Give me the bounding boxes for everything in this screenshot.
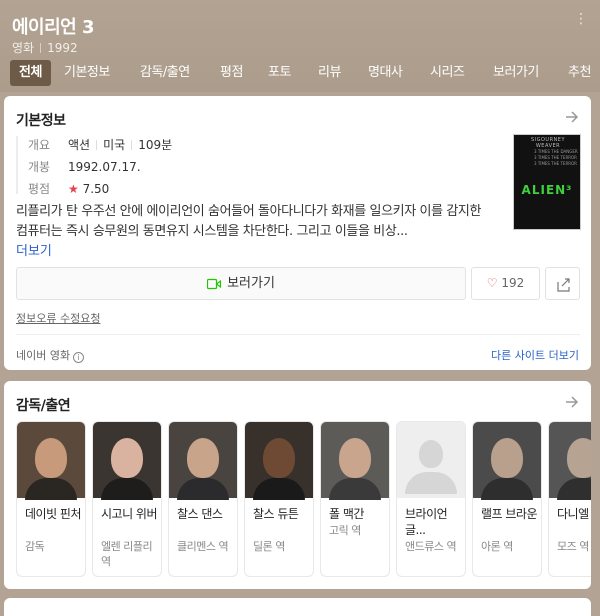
more-link[interactable]: 더보기 <box>16 240 52 259</box>
star-icon: ★ <box>68 182 79 196</box>
person-photo-placeholder <box>397 422 465 498</box>
tab-quotes[interactable]: 명대사 <box>368 60 403 86</box>
country-value: 미국 <box>103 138 126 152</box>
movie-meta: 영화 1992 <box>12 39 78 56</box>
person-photo <box>93 422 161 500</box>
cast-list: 데이빗 핀처 감독 시고니 위버 엘렌 리플리 역 찰스 댄스 클리멘스 역 찰… <box>16 421 591 581</box>
cast-item[interactable]: 랠프 브라운 아론 역 <box>472 421 542 577</box>
share-button[interactable] <box>545 267 580 300</box>
overview-row: 개요 액션 미국 109분 <box>28 136 172 153</box>
card-divider <box>16 334 580 335</box>
cast-card: 감독/출연 데이빗 핀처 감독 시고니 위버 엘렌 리플리 역 찰스 댄스 클리… <box>4 381 591 589</box>
value-divider <box>131 140 133 150</box>
more-options-icon[interactable]: ⋮ <box>574 12 588 26</box>
rating-row: 평점 ★ 7.50 <box>28 180 109 197</box>
movie-header: 에이리언 3 영화 1992 ⋮ 전체 기본정보 감독/출연 평점 포토 리뷰 명… <box>0 0 600 92</box>
person-name: 다니엘 웹 <box>557 507 591 521</box>
person-role: 앤드류스 역 <box>405 540 457 553</box>
heart-icon: ♡ <box>486 276 498 290</box>
release-label: 개봉 <box>28 160 51 174</box>
person-role: 고릭 역 <box>329 524 361 537</box>
tab-review[interactable]: 리뷰 <box>318 60 341 86</box>
cast-item[interactable]: 브라이언 글... 앤드류스 역 <box>396 421 466 577</box>
cast-item[interactable]: 찰스 댄스 클리멘스 역 <box>168 421 238 577</box>
person-photo <box>169 422 237 500</box>
person-role: 클리멘스 역 <box>177 540 229 553</box>
release-row: 개봉 1992.07.17. <box>28 158 141 175</box>
info-divider-bar <box>16 136 18 194</box>
tab-cast[interactable]: 감독/출연 <box>140 60 190 86</box>
person-role: 딜론 역 <box>253 540 285 553</box>
other-sites-link[interactable]: 다른 사이트 더보기 <box>491 347 579 363</box>
poster-logo: ALIEN³ <box>521 183 573 197</box>
source-label: 네이버 영화 i <box>16 347 85 363</box>
tab-all[interactable]: 전체 <box>10 60 51 86</box>
rating-label: 평점 <box>28 182 51 196</box>
info-icon[interactable]: i <box>73 352 85 363</box>
person-role: 아론 역 <box>481 540 513 553</box>
cast-item[interactable]: 시고니 위버 엘렌 리플리 역 <box>92 421 162 577</box>
cast-item[interactable]: 폴 맥간 고릭 역 <box>320 421 390 577</box>
poster-lines: 3 TIMES THE DANGER 3 TIMES THE TERROR 3 … <box>534 149 578 167</box>
tab-watch[interactable]: 보러가기 <box>493 60 539 86</box>
section-title-basic-info: 기본정보 <box>16 113 66 129</box>
person-role: 감독 <box>25 540 45 553</box>
poster-tagline: SIGOURNEY WEAVER <box>530 137 566 149</box>
tab-basic-info[interactable]: 기본정보 <box>64 60 110 86</box>
like-count: 192 <box>501 276 525 290</box>
movie-category: 영화 <box>12 41 35 55</box>
arrow-right-icon[interactable] <box>563 393 581 411</box>
next-card <box>4 598 591 616</box>
person-name: 폴 맥간 <box>329 507 364 521</box>
report-error-link[interactable]: 정보오류 수정요청 <box>16 310 100 326</box>
source-name: 네이버 영화 <box>16 349 71 362</box>
person-photo <box>245 422 313 500</box>
watch-label: 보러가기 <box>227 276 275 291</box>
movie-poster[interactable]: SIGOURNEY WEAVER 3 TIMES THE DANGER 3 TI… <box>513 134 581 230</box>
person-role: 엘렌 리플리 역 <box>101 540 153 568</box>
watch-button[interactable]: 보러가기 <box>16 267 466 300</box>
person-photo <box>321 422 389 500</box>
tab-rating[interactable]: 평점 <box>220 60 243 86</box>
synopsis-text: 리플리가 탄 우주선 안에 에이리언이 숨어들어 돌아다니다가 화재를 일으키자… <box>16 204 482 239</box>
tab-photo[interactable]: 포토 <box>268 60 291 86</box>
section-title-cast: 감독/출연 <box>16 398 71 414</box>
person-role: 모즈 역 <box>557 540 589 553</box>
rating-value: 7.50 <box>82 182 110 196</box>
person-name: 찰스 듀튼 <box>253 507 299 521</box>
movie-year: 1992 <box>47 41 78 55</box>
person-name: 시고니 위버 <box>101 507 158 521</box>
tab-bar: 전체 기본정보 감독/출연 평점 포토 리뷰 명대사 시리즈 보러가기 추천 <box>0 60 600 88</box>
share-icon <box>557 278 570 292</box>
tab-series[interactable]: 시리즈 <box>430 60 465 86</box>
overview-label: 개요 <box>28 138 51 152</box>
tab-recommend[interactable]: 추천 <box>568 60 591 86</box>
cast-item[interactable]: 다니엘 웹 모즈 역 <box>548 421 591 577</box>
runtime-value: 109분 <box>138 138 173 152</box>
value-divider <box>96 140 98 150</box>
person-photo <box>549 422 591 500</box>
basic-info-card: 기본정보 개요 액션 미국 109분 개봉 1992.07.17. 평점 ★ 7.50 S… <box>4 96 591 370</box>
like-button[interactable]: ♡ 192 <box>471 267 540 300</box>
person-photo <box>473 422 541 500</box>
meta-divider <box>40 43 42 53</box>
genre-value: 액션 <box>68 138 91 152</box>
movie-title: 에이리언 3 <box>12 17 95 38</box>
person-name: 찰스 댄스 <box>177 507 223 521</box>
play-icon <box>207 278 222 290</box>
cast-item[interactable]: 데이빗 핀처 감독 <box>16 421 86 577</box>
person-name: 브라이언 글... <box>405 507 448 537</box>
cast-item[interactable]: 찰스 듀튼 딜론 역 <box>244 421 314 577</box>
person-name: 랠프 브라운 <box>481 507 538 521</box>
poster-line: 3 TIMES THE TERROR <box>534 161 577 166</box>
person-photo <box>17 422 85 500</box>
release-date: 1992.07.17. <box>68 160 141 174</box>
person-name: 데이빗 핀처 <box>25 507 82 521</box>
arrow-right-icon[interactable] <box>563 108 581 126</box>
